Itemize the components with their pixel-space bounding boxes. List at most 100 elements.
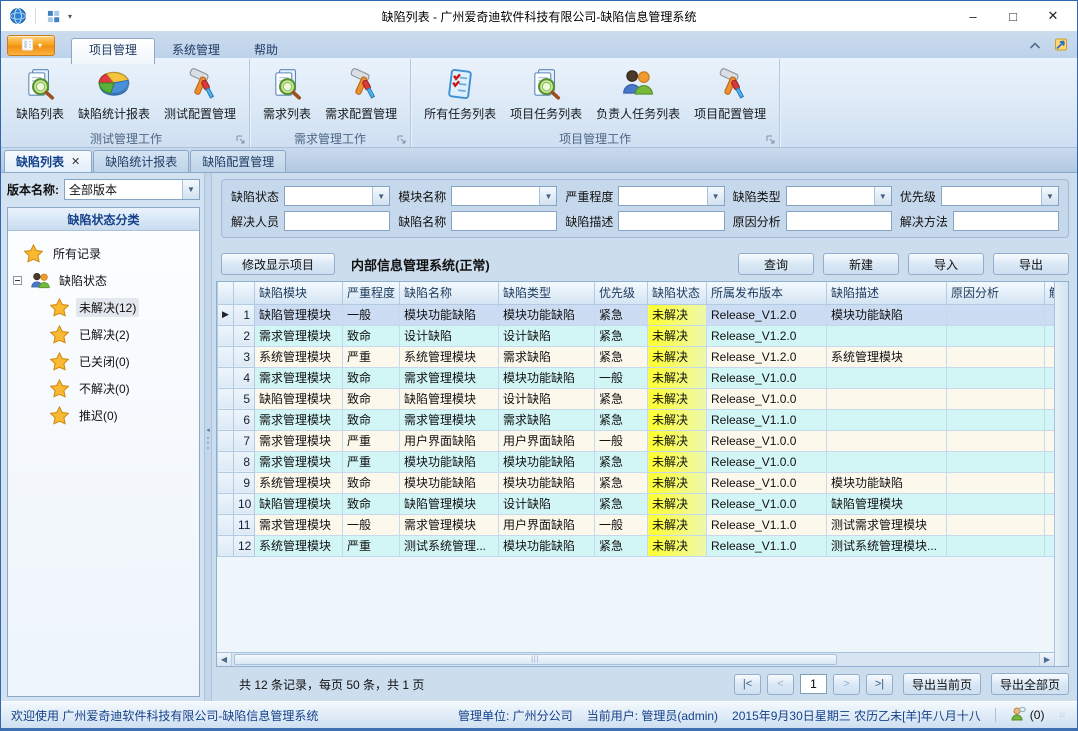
ribbon-button-项目任务列表[interactable]: 项目任务列表	[503, 63, 589, 124]
page-number-input[interactable]	[800, 674, 827, 694]
quick-access-icon[interactable]	[43, 6, 63, 26]
ribbon-button-需求列表[interactable]: 需求列表	[256, 63, 318, 124]
table-row[interactable]: 9系统管理模块致命模块功能缺陷模块功能缺陷紧急未解决Release_V1.0.0…	[218, 472, 1055, 493]
ribbon-button-负责人任务列表[interactable]: 负责人任务列表	[589, 63, 687, 124]
filter-combo-严重程度[interactable]: ▼	[618, 186, 724, 206]
combo-arrow-icon[interactable]: ▼	[182, 180, 199, 199]
cell-缺陷模块: 需求管理模块	[255, 367, 343, 388]
horizontal-scrollbar[interactable]: ◀ ||| ▶	[217, 652, 1054, 666]
combo-arrow-icon[interactable]: ▼	[1041, 187, 1058, 205]
doc-tab-缺陷列表[interactable]: 缺陷列表✕	[4, 150, 92, 172]
filter-input-原因分析[interactable]	[786, 211, 892, 231]
combo-arrow-icon[interactable]: ▼	[372, 187, 389, 205]
cell-缺陷状态: 未解决	[648, 304, 707, 325]
table-row[interactable]: 3系统管理模块严重系统管理模块需求缺陷紧急未解决Release_V1.2.0系统…	[218, 346, 1055, 367]
table-row[interactable]: 7需求管理模块严重用户界面缺陷用户界面缺陷一般未解决Release_V1.0.0	[218, 430, 1055, 451]
scroll-right-icon[interactable]: ▶	[1039, 653, 1054, 666]
column-header-严重程度[interactable]: 严重程度	[343, 282, 400, 304]
column-header-解决方法[interactable]: 解决方法	[1045, 282, 1055, 304]
tree-node-未解决(12)[interactable]: 未解决(12)	[10, 294, 197, 321]
column-header-缺陷描述[interactable]: 缺陷描述	[827, 282, 947, 304]
tree-node-不解决(0)[interactable]: 不解决(0)	[10, 375, 197, 402]
prev-page-button[interactable]: <	[767, 674, 794, 695]
dialog-launcher-icon[interactable]	[766, 134, 776, 144]
dialog-launcher-icon[interactable]	[397, 134, 407, 144]
column-header-缺陷类型[interactable]: 缺陷类型	[499, 282, 595, 304]
close-button[interactable]: ✕	[1033, 2, 1073, 30]
scroll-left-icon[interactable]: ◀	[217, 653, 232, 666]
ribbon-button-需求配置管理[interactable]: 需求配置管理	[318, 63, 404, 124]
table-row[interactable]: 5缺陷管理模块致命缺陷管理模块设计缺陷紧急未解决Release_V1.0.0	[218, 388, 1055, 409]
minimize-button[interactable]: –	[953, 2, 993, 30]
cell-缺陷模块: 缺陷管理模块	[255, 304, 343, 325]
doc-tab-缺陷统计报表[interactable]: 缺陷统计报表	[93, 150, 189, 172]
ribbon-button-所有任务列表[interactable]: 所有任务列表	[417, 63, 503, 124]
filter-combo-缺陷类型[interactable]: ▼	[786, 186, 892, 206]
action-button-查询[interactable]: 查询	[738, 253, 814, 275]
horizontal-scrollbar-thumb[interactable]: |||	[234, 654, 837, 665]
table-row[interactable]: 11需求管理模块一般需求管理模块用户界面缺陷一般未解决Release_V1.1.…	[218, 514, 1055, 535]
export-all-pages-button[interactable]: 导出全部页	[991, 673, 1069, 695]
splitter-arrow-icon[interactable]: ◂	[206, 426, 210, 434]
tree-node-所有记录[interactable]: 所有记录	[10, 240, 197, 267]
last-page-button[interactable]: >|	[866, 674, 893, 695]
table-row[interactable]: 6需求管理模块致命需求管理模块需求缺陷紧急未解决Release_V1.1.0	[218, 409, 1055, 430]
application-menu-button[interactable]: ▾	[7, 35, 55, 56]
combo-arrow-icon[interactable]: ▼	[874, 187, 891, 205]
column-header-缺陷名称[interactable]: 缺陷名称	[400, 282, 499, 304]
collapse-ribbon-icon[interactable]	[1029, 39, 1041, 53]
version-combo[interactable]: 全部版本 ▼	[64, 179, 200, 200]
cell-优先级: 一般	[595, 367, 648, 388]
action-button-导出[interactable]: 导出	[993, 253, 1069, 275]
table-row[interactable]: ▶1缺陷管理模块一般模块功能缺陷模块功能缺陷紧急未解决Release_V1.2.…	[218, 304, 1055, 325]
doc-tab-缺陷配置管理[interactable]: 缺陷配置管理	[190, 150, 286, 172]
first-page-button[interactable]: |<	[734, 674, 761, 695]
column-header-缺陷模块[interactable]: 缺陷模块	[255, 282, 343, 304]
table-row[interactable]: 12系统管理模块严重测试系统管理...模块功能缺陷紧急未解决Release_V1…	[218, 535, 1055, 556]
table-row[interactable]: 10缺陷管理模块致命缺陷管理模块设计缺陷紧急未解决Release_V1.0.0缺…	[218, 493, 1055, 514]
filter-combo-缺陷状态[interactable]: ▼	[284, 186, 390, 206]
tree-node-已解决(2)[interactable]: 已解决(2)	[10, 321, 197, 348]
tree-node-缺陷状态[interactable]: 缺陷状态	[10, 267, 197, 294]
cell-原因分析	[947, 367, 1045, 388]
column-header-缺陷状态[interactable]: 缺陷状态	[648, 282, 707, 304]
filter-combo-优先级[interactable]: ▼	[941, 186, 1059, 206]
ribbon-button-缺陷列表[interactable]: 缺陷列表	[9, 63, 71, 124]
splitter-handle[interactable]: ◂	[204, 173, 212, 701]
filter-input-解决方法[interactable]	[953, 211, 1059, 231]
collapse-expander-icon[interactable]	[13, 276, 22, 285]
combo-arrow-icon[interactable]: ▼	[707, 187, 724, 205]
cell-缺陷类型: 模块功能缺陷	[499, 304, 595, 325]
close-tab-icon[interactable]: ✕	[71, 155, 80, 168]
ribbon-button-测试配置管理[interactable]: 测试配置管理	[157, 63, 243, 124]
column-header-优先级[interactable]: 优先级	[595, 282, 648, 304]
next-page-button[interactable]: >	[833, 674, 860, 695]
cell-缺陷状态: 未解决	[648, 430, 707, 451]
dialog-launcher-icon[interactable]	[236, 134, 246, 144]
filter-input-解决人员[interactable]	[284, 211, 390, 231]
maximize-button[interactable]: □	[993, 2, 1033, 30]
cell-严重程度: 严重	[343, 430, 400, 451]
combo-arrow-icon[interactable]: ▼	[539, 187, 556, 205]
quick-access-dropdown-icon[interactable]: ▾	[68, 12, 72, 21]
help-icon[interactable]	[1053, 36, 1069, 55]
action-button-导入[interactable]: 导入	[908, 253, 984, 275]
column-header-所属发布版本[interactable]: 所属发布版本	[707, 282, 827, 304]
tree-node-已关闭(0)[interactable]: 已关闭(0)	[10, 348, 197, 375]
tree-node-推迟(0)[interactable]: 推迟(0)	[10, 402, 197, 429]
filter-input-缺陷名称[interactable]	[451, 211, 557, 231]
ribbon-button-缺陷统计报表[interactable]: 缺陷统计报表	[71, 63, 157, 124]
resize-grip-icon[interactable]: ⁙	[1058, 710, 1067, 721]
table-row[interactable]: 2需求管理模块致命设计缺陷设计缺陷紧急未解决Release_V1.2.0	[218, 325, 1055, 346]
table-row[interactable]: 8需求管理模块严重模块功能缺陷模块功能缺陷紧急未解决Release_V1.0.0	[218, 451, 1055, 472]
vertical-scrollbar[interactable]	[1054, 282, 1068, 666]
ribbon-button-label: 需求配置管理	[325, 105, 397, 122]
filter-combo-模块名称[interactable]: ▼	[451, 186, 557, 206]
table-row[interactable]: 4需求管理模块致命需求管理模块模块功能缺陷一般未解决Release_V1.0.0	[218, 367, 1055, 388]
column-header-原因分析[interactable]: 原因分析	[947, 282, 1045, 304]
ribbon-button-项目配置管理[interactable]: 项目配置管理	[687, 63, 773, 124]
modify-display-items-button[interactable]: 修改显示项目	[221, 253, 335, 275]
filter-input-缺陷描述[interactable]	[618, 211, 724, 231]
action-button-新建[interactable]: 新建	[823, 253, 899, 275]
export-current-page-button[interactable]: 导出当前页	[903, 673, 981, 695]
